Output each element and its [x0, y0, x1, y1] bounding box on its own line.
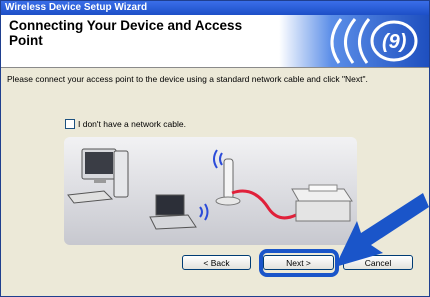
page-heading: Connecting Your Device and Access Point [9, 18, 243, 48]
no-cable-checkbox-label[interactable]: I don't have a network cable. [78, 119, 186, 129]
instruction-text: Please connect your access point to the … [7, 74, 368, 84]
wizard-window: Wireless Device Setup Wizard Connecting … [0, 0, 430, 297]
next-button-highlight [259, 249, 339, 277]
pointer-arrow-icon [335, 193, 429, 267]
no-cable-checkbox-row[interactable]: I don't have a network cable. [65, 119, 186, 129]
window-title: Wireless Device Setup Wizard [1, 1, 429, 15]
network-diagram-icon [67, 148, 353, 230]
no-cable-checkbox[interactable] [65, 119, 75, 129]
svg-text:(9): (9) [382, 31, 407, 53]
back-button[interactable]: < Back [182, 255, 251, 270]
wireless-logo-icon: (9) [279, 15, 429, 67]
header-banner: Connecting Your Device and Access Point … [1, 15, 429, 68]
connection-illustration [64, 137, 357, 245]
